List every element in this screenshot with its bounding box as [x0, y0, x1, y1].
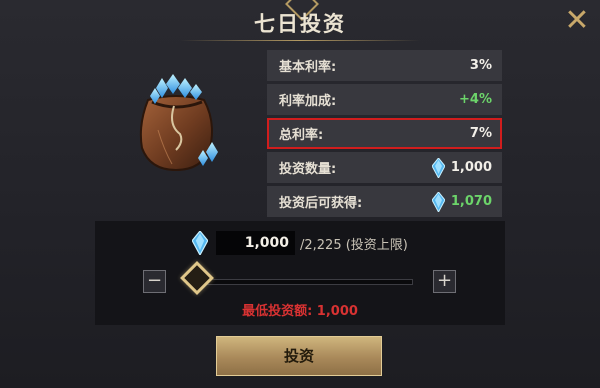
stat-value-wrap: 1,070	[431, 191, 492, 212]
invest-amount-panel: 1,000 /2,225 (投资上限) − + 最低投资额: 1,000	[95, 221, 505, 325]
amount-input[interactable]: 1,000	[216, 231, 295, 255]
min-investment-text: 最低投资额: 1,000	[242, 304, 358, 319]
stat-label: 利率加成:	[279, 94, 337, 109]
title-divider	[180, 40, 420, 41]
stat-value: 1,070	[450, 194, 492, 209]
stat-value: 7%	[469, 126, 492, 141]
stat-label: 总利率:	[279, 128, 324, 143]
dialog-title: 七日投资	[254, 12, 346, 36]
stat-value: 1,000	[450, 160, 492, 175]
stat-row-base-rate: 基本利率: 3%	[267, 50, 502, 81]
stat-label: 基本利率:	[279, 60, 337, 75]
stat-row-rate-bonus: 利率加成: +4%	[267, 84, 502, 115]
close-icon[interactable]: ✕	[560, 6, 594, 36]
invest-limit-text: /2,225 (投资上限)	[300, 237, 408, 253]
diamond-icon	[431, 191, 445, 212]
amount-slider-track[interactable]	[186, 279, 413, 285]
stat-label: 投资数量:	[279, 162, 337, 177]
investment-dialog: 七日投资 ✕ 基本利率: 3% 利率加成: +4% 总利率: 7% 投资数量: …	[0, 0, 600, 388]
amount-row: 1,000 /2,225 (投资上限)	[192, 231, 408, 255]
stat-row-total-rate: 总利率: 7%	[267, 118, 502, 149]
stat-row-invest-amount: 投资数量: 1,000	[267, 152, 502, 183]
amount-slider-thumb[interactable]	[180, 261, 215, 295]
stat-row-expected-return: 投资后可获得: 1,070	[267, 186, 502, 217]
stat-value: 3%	[469, 58, 492, 73]
increase-button[interactable]: +	[433, 270, 456, 293]
stat-label: 投资后可获得:	[279, 196, 363, 211]
stat-value-wrap: 1,000	[431, 157, 492, 178]
stat-value: +4%	[459, 92, 492, 107]
invest-button[interactable]: 投资	[216, 336, 382, 376]
decrease-button[interactable]: −	[143, 270, 166, 293]
diamond-icon	[431, 157, 445, 178]
diamond-icon	[192, 231, 208, 255]
stats-table: 基本利率: 3% 利率加成: +4% 总利率: 7% 投资数量: 1,000 投…	[267, 50, 502, 220]
gem-pouch-icon	[139, 74, 218, 172]
